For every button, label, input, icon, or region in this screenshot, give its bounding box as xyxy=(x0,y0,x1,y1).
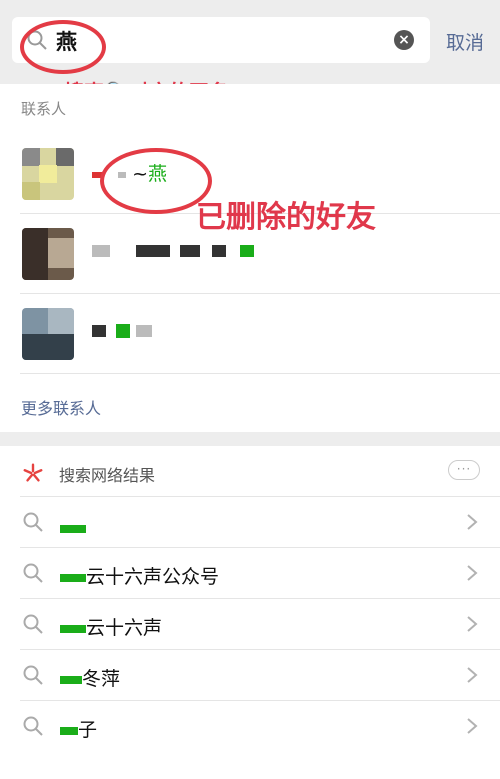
divider xyxy=(20,496,500,497)
search-icon xyxy=(23,563,43,583)
search-result-row[interactable]: 云十六声 xyxy=(0,598,500,649)
web-search-title: 搜索网络结果 xyxy=(59,466,156,485)
divider xyxy=(20,373,500,374)
pixelated-text xyxy=(60,726,78,735)
clear-icon[interactable]: × xyxy=(394,30,414,50)
chevron-right-icon xyxy=(467,667,478,683)
chevron-right-icon xyxy=(467,514,478,530)
pixelated-name xyxy=(212,244,227,257)
web-search-section: 搜索网络结果 ··· 云十六声公众号 云十六声 冬萍 子 xyxy=(0,446,500,779)
annotation-deleted-friend: 已删除的好友 xyxy=(196,200,376,235)
avatar xyxy=(22,308,74,360)
pixelated-name xyxy=(136,244,171,257)
more-contacts-link[interactable]: 更多联系人 xyxy=(21,395,101,419)
search-result-row[interactable]: 冬萍 xyxy=(0,649,500,700)
search-icon xyxy=(23,665,43,685)
avatar xyxy=(22,228,74,280)
cancel-button[interactable]: 取消 xyxy=(446,28,484,55)
pixelated-text xyxy=(60,624,86,633)
search-result-text: 云十六声公众号 xyxy=(60,562,219,589)
contacts-section: 联系人 ~燕 更多联系人 xyxy=(0,84,500,432)
chevron-right-icon xyxy=(467,616,478,632)
contact-name xyxy=(92,319,153,341)
search-result-label: 云十六声公众号 xyxy=(86,566,220,588)
pixelated-text xyxy=(60,573,86,582)
contact-name xyxy=(92,239,255,261)
search-icon xyxy=(23,716,43,736)
web-search-header[interactable]: 搜索网络结果 ··· xyxy=(0,446,500,498)
search-result-row[interactable] xyxy=(0,496,500,547)
chevron-right-icon xyxy=(467,565,478,581)
search-result-label: 云十六声 xyxy=(86,617,163,639)
contact-row[interactable] xyxy=(0,294,500,374)
search-result-label: 冬萍 xyxy=(82,668,121,690)
divider xyxy=(20,598,500,599)
search-result-text xyxy=(60,511,86,533)
search-result-row[interactable]: 子 xyxy=(0,700,500,751)
search-result-text: 冬萍 xyxy=(60,664,120,691)
divider xyxy=(20,547,500,548)
pixelated-text xyxy=(60,524,86,533)
pixelated-name xyxy=(240,244,255,257)
more-icon[interactable]: ··· xyxy=(448,460,480,480)
pixelated-name xyxy=(180,244,201,257)
pixelated-name xyxy=(92,244,110,257)
search-icon xyxy=(23,614,43,634)
search-result-text: 子 xyxy=(60,715,97,742)
chevron-right-icon xyxy=(467,718,478,734)
search-result-label: 子 xyxy=(78,719,98,741)
pixelated-name xyxy=(116,323,131,338)
pixelated-name xyxy=(136,324,153,337)
search-result-row[interactable]: 云十六声公众号 xyxy=(0,547,500,598)
pixelated-name xyxy=(92,324,106,337)
contacts-title: 联系人 xyxy=(21,100,67,118)
pixelated-text xyxy=(60,675,82,684)
search-web-icon xyxy=(23,463,43,482)
avatar xyxy=(22,148,74,200)
search-result-text: 云十六声 xyxy=(60,613,162,640)
annotation-ring-query xyxy=(20,20,106,74)
divider xyxy=(20,649,500,650)
divider xyxy=(20,700,500,701)
search-icon xyxy=(23,512,43,532)
